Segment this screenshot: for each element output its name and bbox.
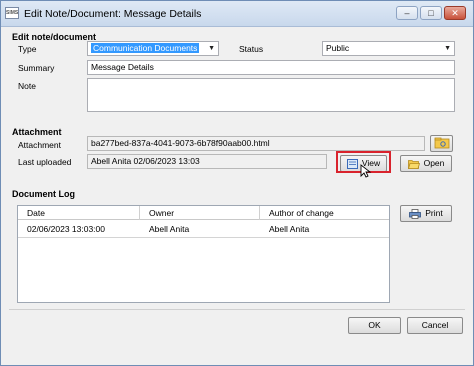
type-label: Type [18, 44, 37, 54]
window-title: Edit Note/Document: Message Details [24, 8, 202, 20]
attachment-field: ba277bed-837a-4041-9073-6b78f90aab00.htm… [87, 136, 425, 151]
print-button-label: Print [425, 208, 443, 218]
status-label: Status [239, 44, 264, 54]
last-uploaded-field: Abell Anita 02/06/2023 13:03 [87, 154, 327, 169]
attachment-label: Attachment [18, 140, 61, 150]
mouse-pointer-icon [360, 164, 372, 178]
cancel-button[interactable]: Cancel [407, 317, 463, 334]
cell-author: Abell Anita [269, 224, 310, 234]
cell-date: 02/06/2023 13:03:00 [27, 224, 105, 234]
summary-input[interactable]: Message Details [87, 60, 455, 75]
cell-owner: Abell Anita [149, 224, 190, 234]
attachment-section-title: Attachment [12, 127, 62, 137]
print-button[interactable]: Print [400, 205, 452, 222]
chevron-down-icon: ▼ [208, 45, 215, 52]
ok-button[interactable]: OK [348, 317, 401, 334]
status-value: Public [326, 43, 350, 53]
document-log-title: Document Log [12, 189, 75, 199]
table-row[interactable]: 02/06/2023 13:03:00 Abell Anita Abell An… [18, 221, 389, 238]
folder-browse-icon [434, 137, 449, 149]
note-textarea[interactable] [87, 78, 455, 112]
close-button[interactable]: ✕ [444, 6, 466, 20]
open-folder-icon [407, 159, 420, 169]
minimize-button[interactable]: – [396, 6, 418, 20]
open-button-label: Open [423, 158, 445, 168]
document-log-table: Date Owner Author of change 02/06/2023 1… [17, 205, 390, 303]
table-header: Date Owner Author of change [18, 206, 389, 220]
status-dropdown[interactable]: Public ▼ [322, 41, 455, 56]
note-label: Note [18, 81, 36, 91]
last-uploaded-label: Last uploaded [18, 157, 72, 167]
maximize-button[interactable]: □ [420, 6, 442, 20]
dialog-window: SIMS Edit Note/Document: Message Details… [0, 0, 474, 366]
column-header-author[interactable]: Author of change [260, 206, 334, 220]
column-header-date[interactable]: Date [18, 206, 45, 220]
chevron-down-icon: ▼ [444, 45, 451, 52]
printer-icon [409, 208, 422, 219]
browse-button[interactable] [430, 135, 453, 152]
summary-label: Summary [18, 63, 55, 73]
type-dropdown[interactable]: Communication Documents ▼ [87, 41, 219, 56]
edit-section-title: Edit note/document [12, 32, 96, 42]
title-bar: SIMS Edit Note/Document: Message Details… [1, 1, 473, 27]
open-button[interactable]: Open [400, 155, 452, 172]
type-value: Communication Documents [91, 43, 200, 53]
app-icon: SIMS [5, 7, 19, 19]
footer-divider [9, 309, 465, 310]
column-header-owner[interactable]: Owner [140, 206, 174, 220]
